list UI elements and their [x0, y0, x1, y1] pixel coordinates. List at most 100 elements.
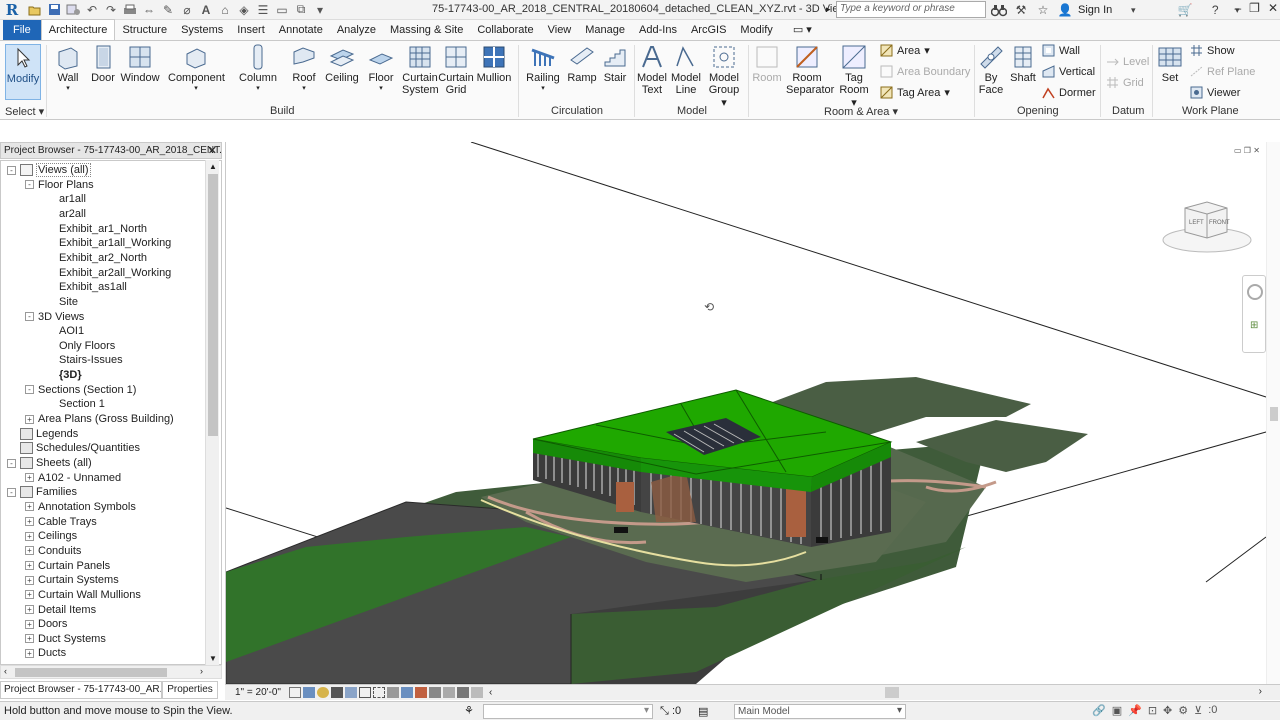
show-crop-icon[interactable]: [372, 687, 385, 698]
show-work-plane-button[interactable]: Show: [1190, 44, 1235, 57]
expand-icon[interactable]: +: [25, 517, 34, 527]
collapse-icon[interactable]: -: [7, 458, 16, 468]
highlight-displacement-icon[interactable]: [456, 687, 469, 698]
sign-in-link[interactable]: Sign In: [1078, 4, 1112, 16]
tree-item[interactable]: + Annotation Symbols: [25, 500, 136, 514]
select-underlay-icon[interactable]: ▣: [1112, 704, 1122, 717]
scroll-right-icon[interactable]: ›: [200, 666, 203, 676]
tab-add-ins[interactable]: Add-Ins: [632, 20, 684, 40]
qat-dropdown-icon[interactable]: ▾: [312, 2, 328, 18]
collapse-icon[interactable]: -: [25, 312, 34, 321]
close-hidden-icon[interactable]: ▭: [274, 2, 290, 18]
temp-hide-icon[interactable]: [400, 687, 413, 698]
railing-button[interactable]: Railing ▾: [524, 44, 562, 92]
subscription-icon[interactable]: ⚒: [1012, 1, 1030, 19]
expand-arrow-icon[interactable]: ▸: [826, 4, 831, 15]
collapse-icon[interactable]: -: [7, 487, 16, 497]
redo-icon[interactable]: ↷: [103, 2, 119, 18]
tab-architecture[interactable]: Architecture: [40, 19, 116, 40]
tree-item[interactable]: -3D Views: [25, 310, 84, 324]
wall-opening-button[interactable]: Wall: [1042, 44, 1080, 57]
tree-item[interactable]: Section 1: [41, 397, 105, 411]
expand-icon[interactable]: +: [25, 546, 34, 556]
workset-dropdown[interactable]: ▾: [483, 704, 653, 719]
ramp-button[interactable]: Ramp: [566, 44, 598, 84]
minimize-icon[interactable]: –: [1234, 1, 1241, 15]
close-icon[interactable]: ✕: [1268, 1, 1278, 15]
tab-annotate[interactable]: Annotate: [272, 20, 330, 40]
view-restore-icon[interactable]: ❐: [1244, 146, 1251, 155]
tree-item[interactable]: + Ducts: [25, 646, 66, 660]
tab-analyze[interactable]: Analyze: [330, 20, 383, 40]
tab-view[interactable]: View: [541, 20, 579, 40]
save-icon[interactable]: [46, 2, 62, 18]
viewer-button[interactable]: Viewer: [1190, 86, 1240, 99]
tree-item[interactable]: AOI1: [41, 324, 84, 338]
tree-item[interactable]: + Curtain Panels: [25, 559, 110, 573]
tab-systems[interactable]: Systems: [174, 20, 230, 40]
room-area-panel-label[interactable]: Room & Area ▾: [824, 105, 898, 118]
tree-item[interactable]: + A102 - Unnamed: [25, 471, 121, 485]
tree-item[interactable]: + Doors: [25, 617, 67, 631]
undo-icon[interactable]: ↶: [84, 2, 100, 18]
ribbon-minimize-toggle[interactable]: ▭ ▾: [786, 20, 819, 40]
tag-area-button[interactable]: Tag Area ▾: [880, 86, 950, 99]
tag-icon[interactable]: ⌀: [179, 2, 195, 18]
area-button[interactable]: Area ▾: [880, 44, 930, 57]
steering-wheel-icon[interactable]: [1247, 284, 1263, 300]
curtain-grid-button[interactable]: Curtain Grid: [438, 44, 474, 96]
reveal-constraints-icon[interactable]: [470, 687, 483, 698]
tree-item[interactable]: + Conduits: [25, 544, 81, 558]
tree-item[interactable]: - Sheets (all): [7, 456, 92, 470]
tree-item[interactable]: Only Floors: [41, 339, 115, 353]
view-minimize-icon[interactable]: ▭: [1234, 146, 1242, 155]
tree-item[interactable]: Exhibit_ar1_North: [41, 222, 147, 236]
scroll-thumb[interactable]: [1270, 407, 1278, 421]
project-browser-vscroll[interactable]: ▲ ▼: [205, 160, 219, 665]
room-button[interactable]: Room: [750, 44, 784, 84]
filter-icon[interactable]: ⊻: [1194, 704, 1202, 717]
editing-requests-icon[interactable]: ⤡: [660, 705, 669, 718]
favorites-star-icon[interactable]: ☆: [1034, 1, 1052, 19]
ceiling-button[interactable]: Ceiling: [323, 44, 361, 84]
print-icon[interactable]: [122, 2, 138, 18]
window-button[interactable]: Window: [120, 44, 160, 84]
aligned-dimension-icon[interactable]: ✎: [160, 2, 176, 18]
curtain-system-button[interactable]: Curtain System: [402, 44, 439, 96]
zoom-extents-icon[interactable]: ⊞: [1250, 320, 1258, 331]
tab-massing-site[interactable]: Massing & Site: [383, 20, 470, 40]
scroll-thumb[interactable]: [208, 174, 218, 436]
tab-file[interactable]: File: [3, 20, 41, 40]
expand-icon[interactable]: +: [25, 605, 34, 614]
collapse-icon[interactable]: -: [25, 385, 34, 395]
scroll-thumb[interactable]: [15, 668, 167, 677]
search-input[interactable]: Type a keyword or phrase: [836, 1, 986, 18]
model-scene[interactable]: [226, 142, 1280, 684]
set-work-plane-button[interactable]: Set: [1156, 44, 1184, 84]
tree-item[interactable]: Legends: [7, 427, 78, 441]
expand-icon[interactable]: +: [25, 590, 34, 600]
crop-view-icon[interactable]: [358, 687, 371, 698]
tag-room-button[interactable]: Tag Room ▾: [838, 44, 870, 109]
open-icon[interactable]: [27, 2, 43, 18]
vertical-opening-button[interactable]: Vertical: [1042, 65, 1095, 78]
ref-plane-button[interactable]: Ref Plane: [1190, 65, 1255, 78]
tree-item[interactable]: ar1all: [41, 192, 86, 206]
tab-structure[interactable]: Structure: [115, 20, 174, 40]
tree-item[interactable]: {3D}: [41, 368, 82, 382]
floor-button[interactable]: Floor ▾: [365, 44, 397, 92]
tree-item[interactable]: Exhibit_ar1all_Working: [41, 236, 171, 250]
tree-item[interactable]: - Sections (Section 1): [25, 383, 136, 397]
tab-manage[interactable]: Manage: [578, 20, 632, 40]
measure-icon[interactable]: ⇔: [141, 2, 157, 18]
tab-insert[interactable]: Insert: [230, 20, 272, 40]
viewport-vscroll[interactable]: [1266, 142, 1280, 684]
expand-icon[interactable]: +: [25, 561, 34, 571]
tree-item[interactable]: + Duct Systems: [25, 632, 106, 646]
expand-icon[interactable]: +: [25, 619, 34, 629]
roof-button[interactable]: Roof ▾: [288, 44, 320, 92]
text-icon[interactable]: A: [198, 2, 214, 18]
expand-icon[interactable]: +: [25, 575, 34, 585]
by-face-button[interactable]: By Face: [976, 44, 1006, 96]
expand-icon[interactable]: +: [25, 473, 34, 483]
